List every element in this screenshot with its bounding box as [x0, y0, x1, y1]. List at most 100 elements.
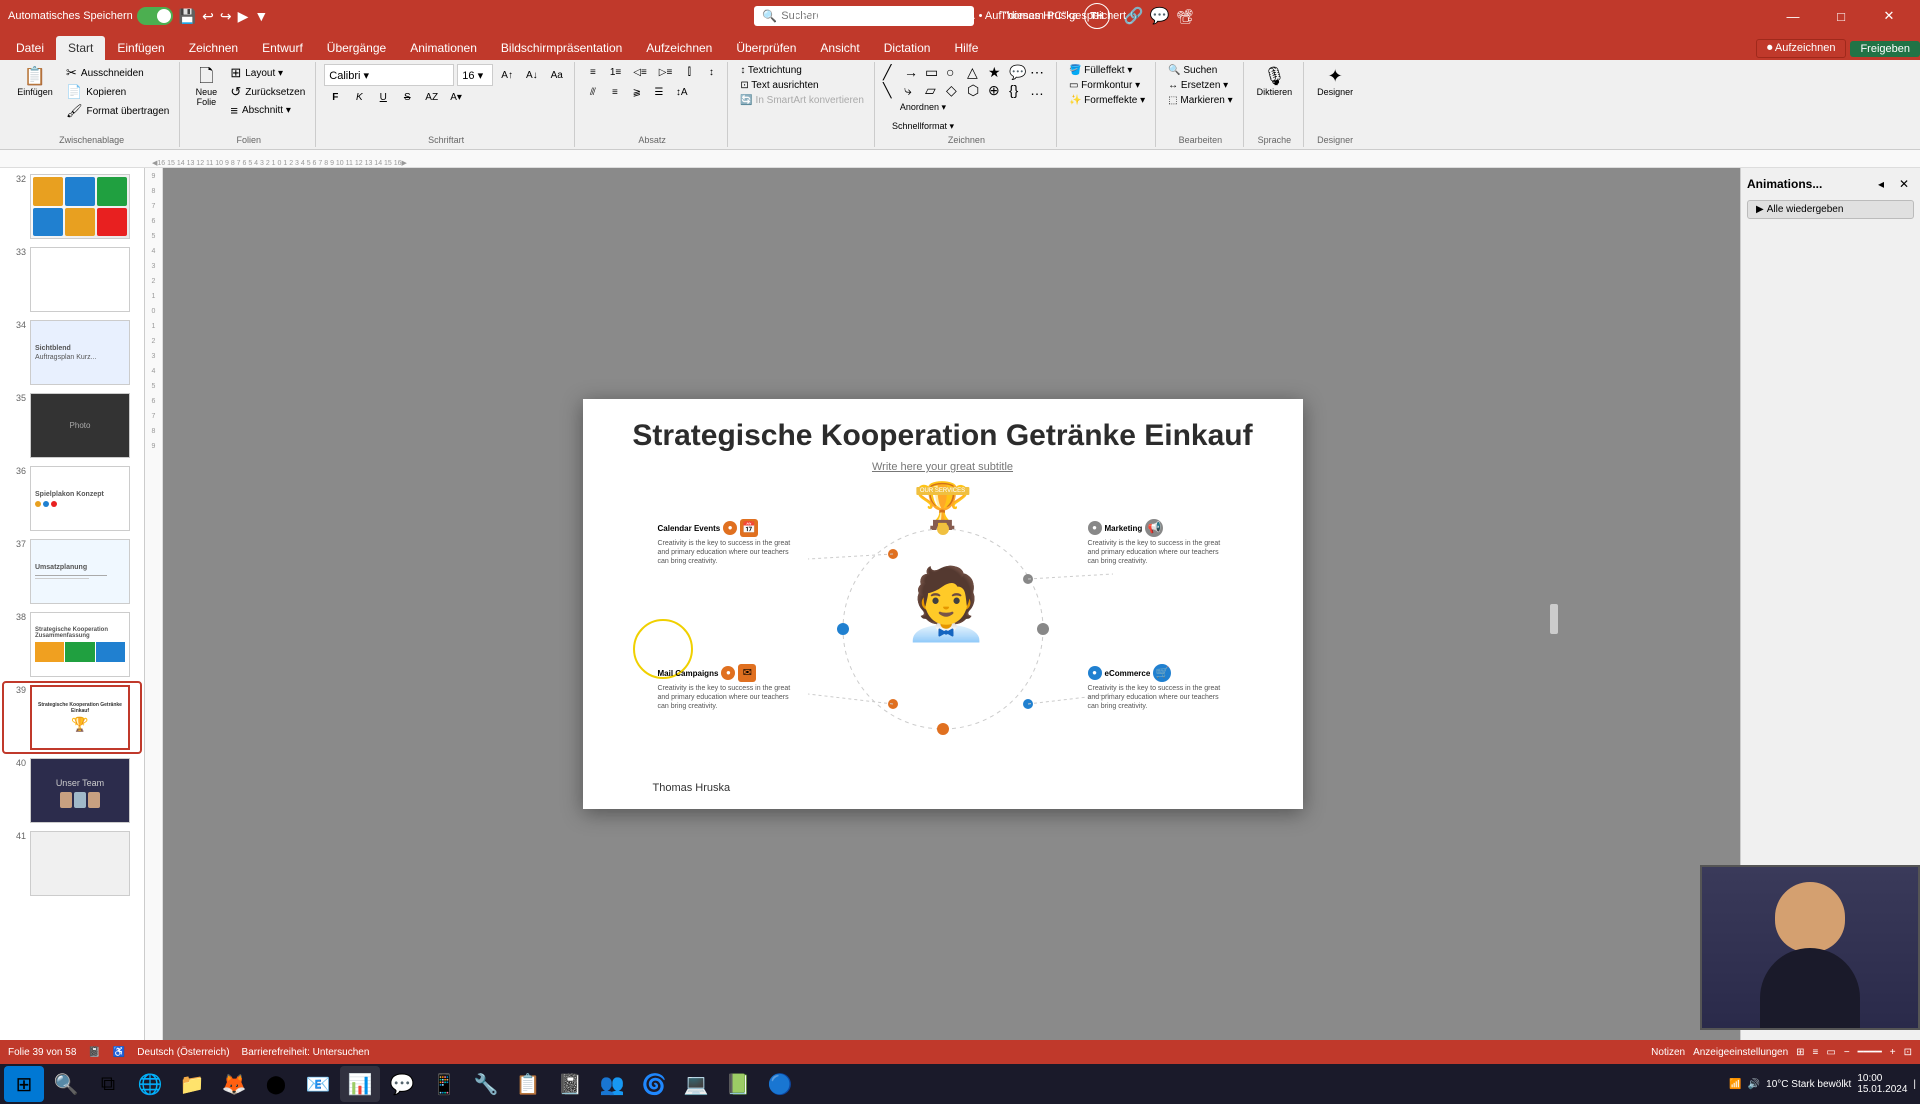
reset-button[interactable]: ↺ Zurücksetzen	[226, 83, 309, 101]
close-panel-button[interactable]: ✕	[1894, 174, 1914, 194]
view-normal-icon[interactable]: ⊞	[1796, 1047, 1804, 1058]
format-painter-button[interactable]: 🖌 Format übertragen	[62, 102, 173, 120]
underline-button[interactable]: U	[372, 89, 394, 106]
font-selector[interactable]: Calibri ▾	[324, 64, 454, 86]
font-increase-button[interactable]: A↑	[496, 67, 518, 84]
slide-item-39[interactable]: 39 Strategische Kooperation Getränke Ein…	[4, 683, 140, 752]
search-taskbar-button[interactable]: 🔍	[46, 1066, 86, 1102]
taskbar-outlook-icon[interactable]: 📧	[298, 1066, 338, 1102]
tab-start[interactable]: Start	[56, 36, 105, 60]
taskbar-chrome-icon[interactable]: ⬤	[256, 1066, 296, 1102]
bullets-button[interactable]: ≡	[583, 64, 603, 81]
slide-item-32[interactable]: 32	[4, 172, 140, 241]
shape-6[interactable]: ⬡	[967, 82, 987, 99]
view-slide-icon[interactable]: ▭	[1826, 1047, 1835, 1058]
taskbar-onenote-icon[interactable]: 📓	[550, 1066, 590, 1102]
slide-canvas[interactable]: Strategische Kooperation Getränke Einkau…	[583, 399, 1303, 809]
slide-item-37[interactable]: 37 Umsatzplanung	[4, 537, 140, 606]
share-icon[interactable]: 🔗	[1124, 6, 1144, 26]
font-size-selector[interactable]: 16 ▾	[457, 64, 493, 86]
align-text-button[interactable]: ⊡ Text ausrichten	[736, 79, 822, 92]
fill-button[interactable]: 🪣 Fülleffekt ▾	[1065, 64, 1136, 77]
minimize-button[interactable]: —	[1770, 0, 1816, 32]
font-color-button[interactable]: A▾	[445, 89, 467, 106]
zoom-in-icon[interactable]: +	[1890, 1047, 1896, 1058]
shadow-button[interactable]: AZ	[420, 89, 443, 106]
new-slide-button[interactable]: 🗋 NeueFolie	[188, 64, 224, 110]
slide-item-38[interactable]: 38 Strategische Kooperation Zusammenfass…	[4, 610, 140, 679]
line-spacing-button[interactable]: ↕	[701, 64, 721, 81]
tab-uebergaenge[interactable]: Übergänge	[315, 36, 398, 60]
redo-icon[interactable]: ↪	[220, 8, 232, 25]
zoom-out-icon[interactable]: −	[1844, 1047, 1850, 1058]
outline-button[interactable]: ▭ Formkontur ▾	[1065, 79, 1144, 92]
find-button[interactable]: 🔍 Suchen	[1164, 64, 1221, 77]
layout-button[interactable]: ⊞ Layout ▾	[226, 64, 309, 82]
italic-button[interactable]: K	[348, 89, 370, 106]
tab-datei[interactable]: Datei	[4, 36, 56, 60]
taskbar-app3-icon[interactable]: 📱	[424, 1066, 464, 1102]
section-button[interactable]: ≡ Abschnitt ▾	[226, 102, 309, 119]
taskbar-app8-icon[interactable]: 🔵	[760, 1066, 800, 1102]
present-btn[interactable]: 📽	[1176, 8, 1194, 25]
resize-handle[interactable]	[1550, 604, 1558, 634]
shape-star[interactable]: ★	[988, 64, 1008, 81]
shape-arrow[interactable]: →	[904, 64, 924, 81]
slide-item-40[interactable]: 40 Unser Team	[4, 756, 140, 825]
text-direction-button[interactable]: ↕A	[671, 84, 693, 101]
tab-zeichnen[interactable]: Zeichnen	[177, 36, 250, 60]
task-view-button[interactable]: ⧉	[88, 1066, 128, 1102]
strikethrough-button[interactable]: S	[396, 89, 418, 106]
taskbar-app4-icon[interactable]: 🔧	[466, 1066, 506, 1102]
network-icon[interactable]: 📶	[1729, 1079, 1741, 1090]
tab-animationen[interactable]: Animationen	[398, 36, 489, 60]
slide-item-35[interactable]: 35 Photo	[4, 391, 140, 460]
align-center-button[interactable]: ≡	[605, 84, 625, 101]
arrange-button[interactable]: Anordnen ▾	[887, 99, 959, 116]
font-decrease-button[interactable]: A↓	[521, 67, 543, 84]
shape-callout[interactable]: 💬	[1009, 64, 1029, 81]
tab-praesentation[interactable]: Bildschirmpräsentation	[489, 36, 634, 60]
taskbar-app7-icon[interactable]: 💻	[676, 1066, 716, 1102]
slide-item-34[interactable]: 34 Sichtblend Auftragsplan Kurz...	[4, 318, 140, 387]
slide-item-33[interactable]: 33	[4, 245, 140, 314]
indent-more-button[interactable]: ▷≡	[654, 64, 678, 81]
taskbar-explorer-icon[interactable]: 📁	[172, 1066, 212, 1102]
taskbar-teams-icon[interactable]: 👥	[592, 1066, 632, 1102]
maximize-button[interactable]: □	[1818, 0, 1864, 32]
bold-button[interactable]: F	[324, 89, 346, 106]
taskbar-excel-icon[interactable]: 📗	[718, 1066, 758, 1102]
smartart-button[interactable]: 🔄 In SmartArt konvertieren	[736, 94, 868, 107]
shape-more[interactable]: ⋯	[1030, 64, 1050, 81]
more-icon[interactable]: ▼	[254, 8, 268, 24]
taskbar-app6-icon[interactable]: 🌀	[634, 1066, 674, 1102]
shape-rect[interactable]: ▭	[925, 64, 945, 81]
numbering-button[interactable]: 1≡	[605, 64, 626, 81]
align-left-button[interactable]: ⫻	[583, 84, 603, 101]
tab-einfuegen[interactable]: Einfügen	[105, 36, 176, 60]
text-direction2-button[interactable]: ↕ Textrichtung	[736, 64, 806, 77]
replace-button[interactable]: ↔ Ersetzen ▾	[1164, 79, 1232, 92]
align-right-button[interactable]: ⫺	[627, 84, 647, 101]
close-button[interactable]: ✕	[1866, 0, 1912, 32]
tab-entwurf[interactable]: Entwurf	[250, 36, 315, 60]
view-outline-icon[interactable]: ≡	[1813, 1047, 1819, 1058]
tab-aufzeichnen[interactable]: Aufzeichnen	[634, 36, 724, 60]
quick-styles-button[interactable]: Schnellformat ▾	[887, 118, 959, 135]
taskbar-app5-icon[interactable]: 📋	[508, 1066, 548, 1102]
effects-button[interactable]: ✨ Formeffekte ▾	[1065, 94, 1149, 107]
shape-2[interactable]: ╲	[883, 82, 903, 99]
paste-button[interactable]: 📋 Einfügen	[10, 64, 60, 100]
slide-item-41[interactable]: 41	[4, 829, 140, 898]
clear-format-button[interactable]: Aa	[546, 67, 568, 84]
columns-button[interactable]: ⫿	[679, 64, 699, 81]
notes-btn[interactable]: Notizen	[1651, 1047, 1685, 1058]
justify-button[interactable]: ☰	[649, 84, 669, 101]
tab-ueberpruefen[interactable]: Überprüfen	[724, 36, 808, 60]
cut-button[interactable]: ✂ Ausschneiden	[62, 64, 173, 82]
shape-4[interactable]: ▱	[925, 82, 945, 99]
shape-oval[interactable]: ○	[946, 64, 966, 81]
copy-button[interactable]: 📄 Kopieren	[62, 83, 173, 101]
play-all-button[interactable]: ▶ Alle wiedergeben	[1747, 200, 1914, 219]
weather-widget[interactable]: 10°C Stark bewölkt	[1766, 1079, 1851, 1090]
